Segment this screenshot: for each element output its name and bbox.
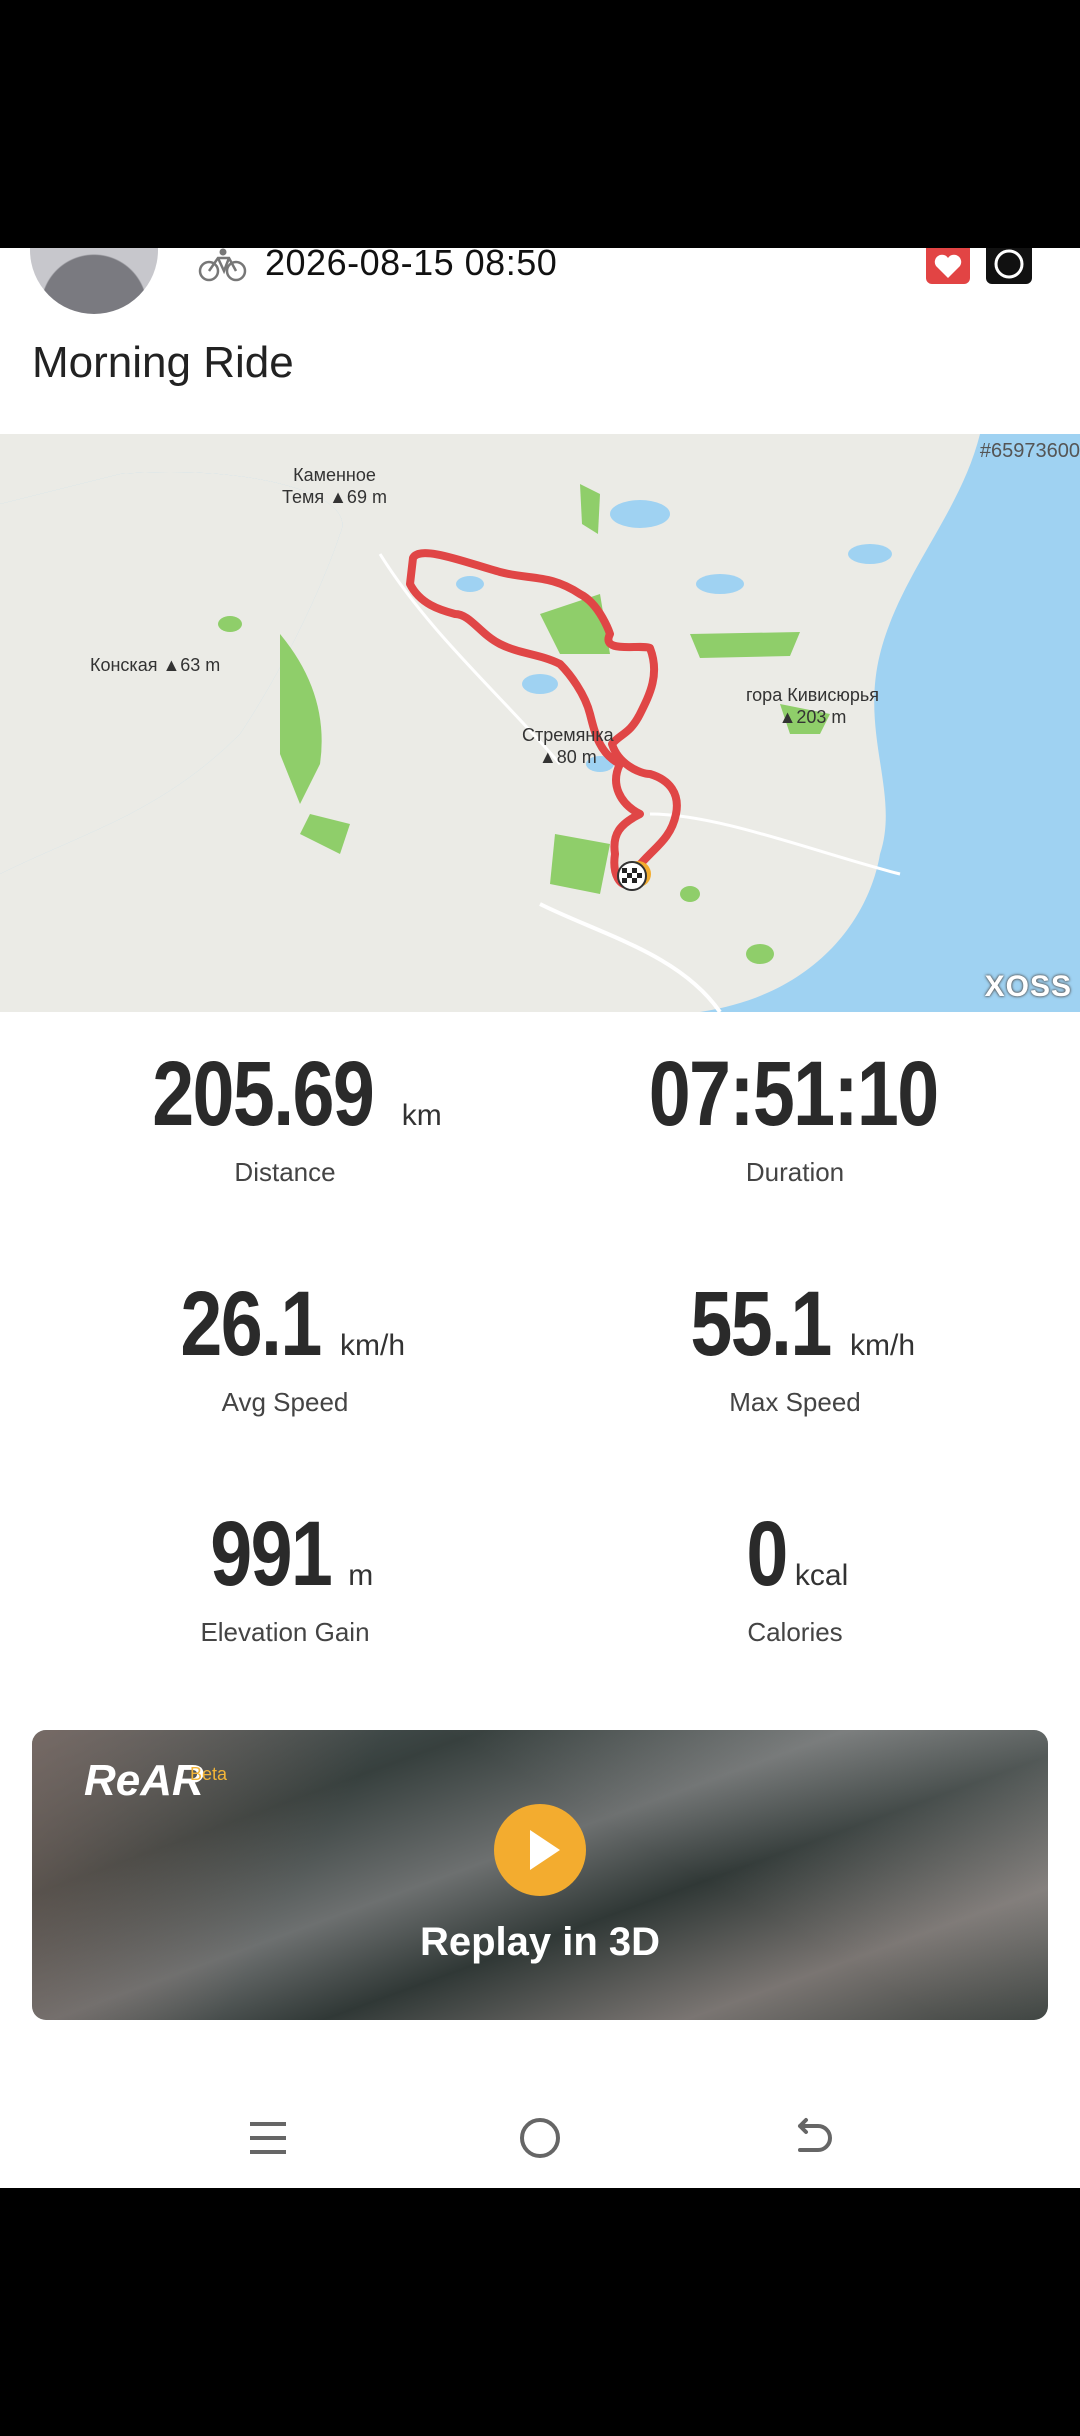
avatar[interactable] xyxy=(30,248,158,314)
stat-value: 55.1 xyxy=(690,1273,832,1375)
stat-value: 07:51:10 xyxy=(648,1043,940,1145)
activity-header: 2026-08-15 08:50 xyxy=(0,248,1080,314)
stat-unit: km/h xyxy=(850,1329,916,1362)
map-label-kamennoe: Каменное Темя ▲69 m xyxy=(282,464,387,508)
stat-calories: 0 kcal Calories xyxy=(525,1502,1065,1648)
map-label-text: Стремянка ▲80 m xyxy=(522,725,614,767)
map-label-konskaya: Конская ▲63 m xyxy=(90,654,220,676)
map-id-label: #65973600 xyxy=(979,440,1080,462)
map-drawing xyxy=(0,434,980,1012)
stat-unit: km xyxy=(401,1099,442,1132)
stat-distance: 205.69 km Distance xyxy=(15,1042,555,1188)
stat-unit: m xyxy=(348,1559,374,1592)
map-label-text: Конская ▲63 m xyxy=(90,655,221,675)
map-label-stremyanka: Стремянка ▲80 m xyxy=(522,724,614,768)
replay-3d-banner[interactable]: ReAR Beta Replay in 3D xyxy=(32,1730,1048,2020)
system-nav-bar xyxy=(0,2078,1080,2188)
map-label-text: Каменное Темя ▲69 m xyxy=(282,465,387,507)
bottom-bezel xyxy=(0,2188,1080,2436)
stat-unit: kcal xyxy=(794,1559,849,1592)
activity-datetime: 2026-08-15 08:50 xyxy=(265,248,558,283)
ring-watch-icon[interactable] xyxy=(986,248,1032,284)
activity-title: Morning Ride xyxy=(32,338,294,387)
stat-value: 0 xyxy=(746,1503,788,1605)
stat-label: Duration xyxy=(745,1157,845,1187)
stat-label: Elevation Gain xyxy=(200,1617,370,1647)
home-icon[interactable] xyxy=(510,2108,570,2168)
stat-value: 991 xyxy=(210,1503,333,1605)
map-brand-logo: XOSS xyxy=(984,970,1072,1003)
activity-screen: 2026-08-15 08:50 Morning Ride Каменное Т… xyxy=(0,248,1080,2188)
menu-icon[interactable] xyxy=(238,2108,298,2168)
stat-duration: 07:51:10 Duration xyxy=(525,1042,1065,1188)
stat-label: Distance xyxy=(234,1157,336,1187)
back-icon[interactable] xyxy=(782,2108,842,2168)
replay-3d-label: Replay in 3D xyxy=(419,1920,661,1964)
stat-elevation-gain: 991 m Elevation Gain xyxy=(15,1502,555,1648)
stat-label: Calories xyxy=(747,1617,843,1647)
bike-icon xyxy=(198,248,247,282)
beta-badge: Beta xyxy=(190,1764,228,1784)
heart-health-icon[interactable] xyxy=(926,248,970,284)
stat-avg-speed: 26.1 km/h Avg Speed xyxy=(15,1272,555,1418)
stat-max-speed: 55.1 km/h Max Speed xyxy=(525,1272,1065,1418)
route-map[interactable]: Каменное Темя ▲69 m Конская ▲63 m гора К… xyxy=(0,434,1080,1012)
map-label-text: гора Кивисюрья ▲203 m xyxy=(746,685,879,727)
stat-label: Max Speed xyxy=(729,1387,861,1417)
play-icon[interactable] xyxy=(494,1804,586,1896)
stats-grid: 205.69 km Distance 07:51:10 Duration 26.1… xyxy=(0,1012,1080,1672)
map-label-kivisyurya: гора Кивисюрья ▲203 m xyxy=(746,684,879,728)
stat-unit: km/h xyxy=(340,1329,406,1362)
rear-logo: ReAR xyxy=(84,1756,204,1805)
stat-value: 205.69 xyxy=(152,1043,376,1145)
stat-value: 26.1 xyxy=(180,1273,322,1375)
stat-label: Avg Speed xyxy=(221,1387,349,1417)
